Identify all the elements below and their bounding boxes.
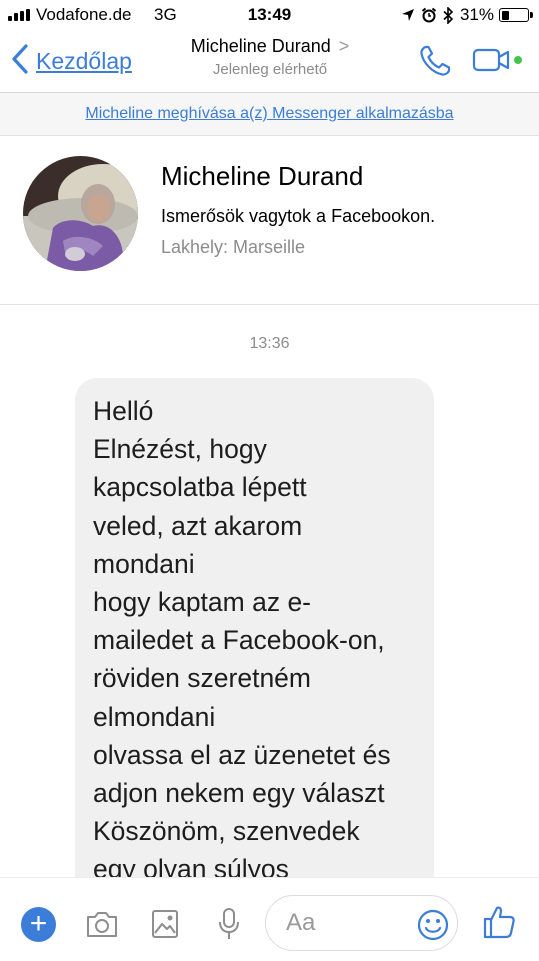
- phone-icon[interactable]: [418, 44, 452, 83]
- avatar[interactable]: [23, 156, 138, 271]
- chevron-left-icon: [10, 43, 30, 80]
- online-indicator: [514, 56, 522, 64]
- message-text: Helló Elnézést, hogy kapcsolatba lépett …: [93, 396, 391, 877]
- conversation-header: Kezdőlap Micheline Durand > Jelenleg elér…: [0, 30, 539, 93]
- location-arrow-icon: [401, 8, 415, 22]
- message-composer: +: [0, 877, 539, 961]
- status-bar: Vodafone.de 3G 13:49 31%: [0, 0, 539, 30]
- status-right: 31%: [401, 4, 533, 26]
- microphone-icon[interactable]: [217, 907, 241, 946]
- contact-name: Micheline Durand: [190, 36, 331, 56]
- incoming-message-bubble[interactable]: Helló Elnézést, hogy kapcsolatba lépett …: [75, 378, 434, 877]
- location-label: Lakhely: Marseille: [161, 237, 306, 257]
- message-thread[interactable]: 13:36 Helló Elnézést, hogy kapcsolatba l…: [0, 305, 539, 877]
- alarm-icon: [421, 7, 437, 23]
- gallery-icon[interactable]: [151, 909, 179, 944]
- contact-profile-card: Micheline Durand Ismerősök vagytok a Fac…: [0, 136, 539, 305]
- back-button[interactable]: Kezdőlap: [10, 43, 132, 80]
- contact-header[interactable]: Micheline Durand > Jelenleg elérhető: [150, 36, 390, 78]
- back-label: Kezdőlap: [36, 47, 132, 74]
- thumbs-up-icon[interactable]: [481, 904, 517, 945]
- battery-level: [501, 10, 509, 20]
- battery-icon: [499, 8, 533, 22]
- battery-percent: 31%: [459, 5, 494, 24]
- message-timestamp: 13:36: [249, 335, 290, 352]
- friendship-status: Ismerősök vagytok a Facebookon.: [161, 206, 436, 226]
- plus-icon[interactable]: +: [21, 907, 56, 942]
- profile-name: Micheline Durand: [161, 161, 364, 191]
- invite-to-messenger-link[interactable]: Micheline meghívása a(z) Messenger alkal…: [85, 105, 453, 122]
- bluetooth-icon: [443, 6, 454, 24]
- invite-banner: Micheline meghívása a(z) Messenger alkal…: [0, 93, 539, 136]
- chevron-right-icon: >: [338, 36, 350, 56]
- video-camera-icon[interactable]: [472, 47, 512, 78]
- emoji-icon[interactable]: [416, 908, 450, 947]
- presence-status: Jelenleg elérhető: [212, 61, 328, 78]
- camera-icon[interactable]: [85, 909, 119, 944]
